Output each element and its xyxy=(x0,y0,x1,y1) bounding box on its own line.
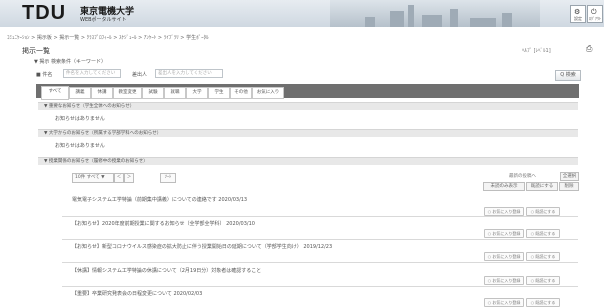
latest-posts-link[interactable]: 最新の投稿へ xyxy=(509,173,536,179)
search-section-title: ▼ 掲示 検索条件（キーワード） xyxy=(34,59,107,65)
favorite-button[interactable]: ○ お気に入り登録 xyxy=(484,276,524,285)
mark-read-item-button[interactable]: ○ 既読にする xyxy=(526,252,560,261)
favorite-button[interactable]: ○ お気に入り登録 xyxy=(484,207,524,216)
mark-read-item-button[interactable]: ○ 既読にする xyxy=(526,276,560,285)
university-notices-heading[interactable]: ▼ 大学からのお知らせ（所属する学部学科へのお知らせ） xyxy=(38,129,578,137)
important-notices-empty: お知らせはありません xyxy=(55,116,105,122)
item-divider xyxy=(62,216,578,217)
search-button[interactable]: Q 検索 xyxy=(555,70,581,81)
tab-lecture[interactable]: 講義 xyxy=(69,87,91,99)
tab-university[interactable]: 大学 xyxy=(186,87,208,99)
unread-only-button[interactable]: 未読のみ表示 xyxy=(483,182,525,191)
settings-label: 設定 xyxy=(574,16,582,21)
page-title: 掲示一覧 xyxy=(22,47,50,55)
notice-item-title[interactable]: 【お知らせ】2020年度前期授業に関するお知らせ（全学部全学科） 2020/03… xyxy=(72,220,255,227)
mark-read-item-button[interactable]: ○ 既読にする xyxy=(526,207,560,216)
sort-button[interactable]: ｿｰﾄ xyxy=(160,173,176,183)
sender-label: 差出人 xyxy=(132,72,148,78)
item-divider xyxy=(62,239,578,240)
delete-button[interactable]: 削除 xyxy=(559,182,579,191)
tab-job[interactable]: 就職 xyxy=(164,87,186,99)
tab-all[interactable]: すべて xyxy=(41,86,69,100)
notice-item-title[interactable]: 【重要】卒業研究発表会の日程変更について 2020/02/03 xyxy=(72,290,202,297)
help-link[interactable]: ﾍﾙﾌﾟ [ﾚﾍﾞﾙ1] xyxy=(522,47,551,54)
keyword-input[interactable]: 件名を入力してください xyxy=(63,69,121,78)
mark-read-button[interactable]: 既読にする xyxy=(526,182,558,191)
tab-other[interactable]: その他 xyxy=(230,87,252,99)
item-divider xyxy=(62,286,578,287)
category-tabs: すべて 講義 休講 教室変更 試験 就職 大学 学生 その他 お気に入り xyxy=(36,84,579,100)
header-banner-image xyxy=(330,0,540,27)
portal-subtitle: WEBポータルサイト xyxy=(80,17,127,23)
class-notices-heading[interactable]: ▼ 授業関係のお知らせ（履修中の授業のお知らせ） xyxy=(38,157,578,165)
university-notices-empty: お知らせはありません xyxy=(55,143,105,149)
favorite-button[interactable]: ○ お気に入り登録 xyxy=(484,252,524,261)
tab-favorites[interactable]: お気に入り xyxy=(252,87,284,99)
logout-label: ﾛｸﾞｱｳﾄ xyxy=(589,16,601,21)
prev-page-button[interactable]: ＜ xyxy=(114,173,124,183)
logo-text[interactable]: TDU xyxy=(22,2,66,25)
mark-read-item-button[interactable]: ○ 既読にする xyxy=(526,229,560,238)
important-notices-heading[interactable]: ▼ 重要なお知らせ（学生全体へのお知らせ） xyxy=(38,102,578,110)
logout-icon[interactable]: ⏻ ﾛｸﾞｱｳﾄ xyxy=(587,5,603,23)
print-icon[interactable]: ⎙ xyxy=(586,44,592,54)
keyword-label: ■ 件名 xyxy=(36,72,53,78)
tab-exam[interactable]: 試験 xyxy=(142,87,164,99)
select-all-button[interactable]: 全選択 xyxy=(560,172,579,181)
tab-student[interactable]: 学生 xyxy=(208,87,230,99)
notice-item-title[interactable]: 電気電子システム工学特論（前期集中講義）についての連絡です 2020/03/13 xyxy=(72,196,247,203)
mark-read-item-button[interactable]: ○ 既読にする xyxy=(526,298,560,307)
notice-item-title[interactable]: 【休講】情報システム工学特論の休講について（2月19日分）対象者は確認すること xyxy=(72,267,261,274)
notice-item-title[interactable]: 【お知らせ】新型コロナウイルス感染症の拡大防止に伴う授業開始日の延期について（学… xyxy=(72,243,332,250)
item-divider xyxy=(62,262,578,263)
search-button-label: Q 検索 xyxy=(560,72,576,78)
favorite-button[interactable]: ○ お気に入り登録 xyxy=(484,229,524,238)
site-header: TDU 東京電機大学 WEBポータルサイト ⚙ 設定 ⏻ ﾛｸﾞｱｳﾄ xyxy=(0,0,604,27)
page-size-select[interactable]: 10件 すべて ▼ xyxy=(72,173,114,183)
sender-input[interactable]: 差出人を入力してください xyxy=(155,69,223,78)
next-page-button[interactable]: ＞ xyxy=(124,173,134,183)
breadcrumb[interactable]: ｺﾐｭﾆｹｰｼｮﾝ > 掲示板 > 掲示一覧 > ｸﾗｽﾌﾟﾛﾌｨｰﾙ > ｽｹ… xyxy=(7,34,209,41)
tab-cancelled[interactable]: 休講 xyxy=(91,87,113,99)
settings-icon[interactable]: ⚙ 設定 xyxy=(570,5,586,23)
tab-room-change[interactable]: 教室変更 xyxy=(113,87,142,99)
favorite-button[interactable]: ○ お気に入り登録 xyxy=(484,298,524,307)
